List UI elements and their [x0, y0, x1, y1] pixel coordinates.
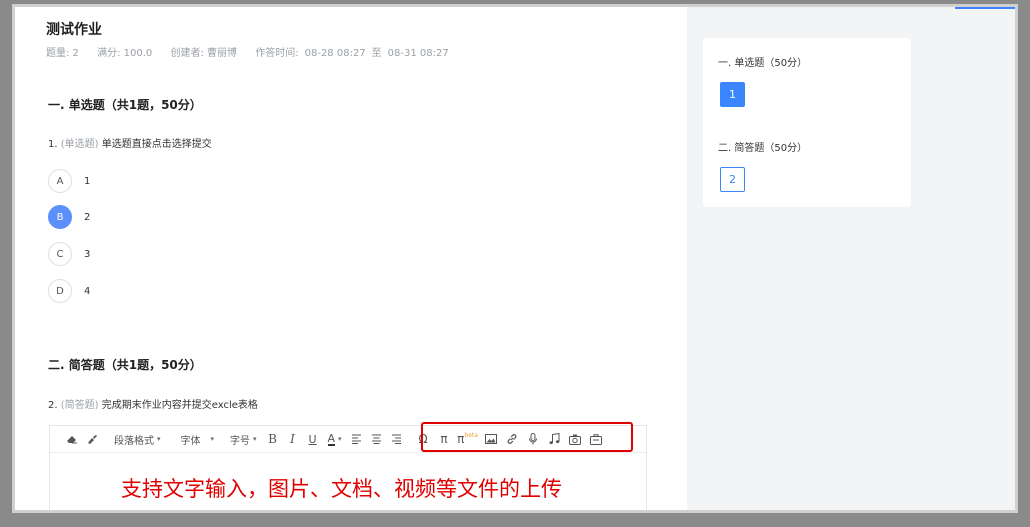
- option-b[interactable]: B 2: [48, 204, 90, 230]
- font-size-label: 字号: [230, 435, 251, 447]
- main-content: 测试作业 题量: 2 满分: 100.0 创建者: 曹丽博 作答时间: 08-28…: [15, 7, 687, 510]
- question-type: (简答题): [60, 400, 99, 411]
- formula-button[interactable]: π: [434, 430, 455, 448]
- answer-card-section-single-choice: 一. 单选题（50分）: [718, 58, 808, 69]
- section-title-short-answer: 二. 简答题（共1题，50分）: [48, 358, 202, 372]
- paragraph-format-label: 段落格式: [114, 435, 154, 447]
- option-text: 3: [84, 248, 91, 260]
- paragraph-format-dropdown[interactable]: 段落格式 ▾: [108, 430, 167, 448]
- font-color-label: A: [327, 431, 336, 446]
- option-a[interactable]: A 1: [48, 168, 90, 194]
- option-letter[interactable]: D: [48, 279, 72, 303]
- question-count: 题量: 2: [46, 48, 79, 59]
- music-icon[interactable]: [544, 430, 565, 448]
- chevron-down-icon: ▾: [338, 435, 342, 443]
- time-separator: 至: [371, 48, 382, 59]
- chevron-down-icon: ▾: [157, 435, 161, 443]
- special-character-button[interactable]: Ω: [413, 430, 434, 448]
- answer-time-label: 作答时间:: [255, 48, 299, 59]
- option-letter[interactable]: B: [48, 205, 72, 229]
- page-title: 测试作业: [46, 22, 102, 38]
- question-number: 2.: [48, 400, 58, 411]
- option-c[interactable]: C 3: [48, 241, 90, 267]
- option-text: 1: [84, 175, 91, 187]
- bold-button[interactable]: B: [263, 430, 283, 448]
- answer-card: 一. 单选题（50分） 1 二. 简答题（50分） 2: [703, 38, 911, 207]
- align-left-icon[interactable]: [347, 430, 367, 448]
- end-time: 08-31 08:27: [387, 48, 449, 59]
- link-icon[interactable]: [502, 430, 523, 448]
- upload-annotation: 支持文字输入，图片、文档、视频等文件的上传: [121, 477, 562, 501]
- homework-page: 测试作业 题量: 2 满分: 100.0 创建者: 曹丽博 作答时间: 08-28…: [15, 7, 1015, 510]
- image-icon[interactable]: [481, 430, 502, 448]
- align-right-icon[interactable]: [387, 430, 407, 448]
- formula-beta-button[interactable]: π beta: [455, 430, 481, 448]
- option-letter[interactable]: A: [48, 169, 72, 193]
- attachment-box-icon[interactable]: [586, 430, 607, 448]
- question-type: (单选题): [60, 139, 99, 150]
- creator: 创建者: 曹丽博: [170, 48, 238, 59]
- answer-card-question-2[interactable]: 2: [720, 167, 745, 192]
- section-title-single-choice: 一. 单选题（共1题，50分）: [48, 98, 202, 112]
- italic-button[interactable]: I: [283, 430, 303, 448]
- answer-card-question-1[interactable]: 1: [720, 82, 745, 107]
- font-color-button[interactable]: A ▾: [323, 430, 347, 448]
- font-size-dropdown[interactable]: 字号 ▾: [224, 430, 263, 448]
- question-text: 单选题直接点击选择提交: [101, 139, 212, 150]
- question-1: 1. (单选题) 单选题直接点击选择提交: [48, 135, 212, 150]
- eraser-icon[interactable]: [62, 430, 82, 448]
- question-number: 1.: [48, 139, 58, 150]
- chevron-down-icon: ▾: [210, 435, 215, 443]
- camera-icon[interactable]: [565, 430, 586, 448]
- full-score: 满分: 100.0: [97, 48, 153, 59]
- question-2: 2. (简答题) 完成期末作业内容并提交excle表格: [48, 396, 258, 411]
- font-label: 字体: [180, 435, 201, 447]
- sidebar-accent-bar: [955, 7, 1015, 9]
- underline-button[interactable]: U: [303, 430, 323, 448]
- question-text: 完成期末作业内容并提交excle表格: [101, 400, 258, 411]
- font-dropdown[interactable]: 字体 ▾: [175, 430, 221, 448]
- option-letter[interactable]: C: [48, 242, 72, 266]
- align-center-icon[interactable]: [367, 430, 387, 448]
- beta-badge: beta: [464, 431, 478, 439]
- answer-card-section-short-answer: 二. 简答题（50分）: [718, 143, 808, 154]
- option-d[interactable]: D 4: [48, 278, 90, 304]
- formula-beta-label: π: [457, 432, 465, 446]
- format-painter-icon[interactable]: [82, 430, 102, 448]
- option-text: 2: [84, 211, 91, 223]
- chevron-down-icon: ▾: [253, 435, 257, 443]
- homework-meta: 题量: 2 满分: 100.0 创建者: 曹丽博 作答时间: 08-28 08:2…: [46, 44, 449, 59]
- option-text: 4: [84, 285, 91, 297]
- editor-toolbar: 段落格式 ▾ 字体 ▾ 字号 ▾ B I U A ▾ Ω π π beta: [50, 426, 646, 453]
- start-time: 08-28 08:27: [304, 48, 366, 59]
- microphone-icon[interactable]: [523, 430, 544, 448]
